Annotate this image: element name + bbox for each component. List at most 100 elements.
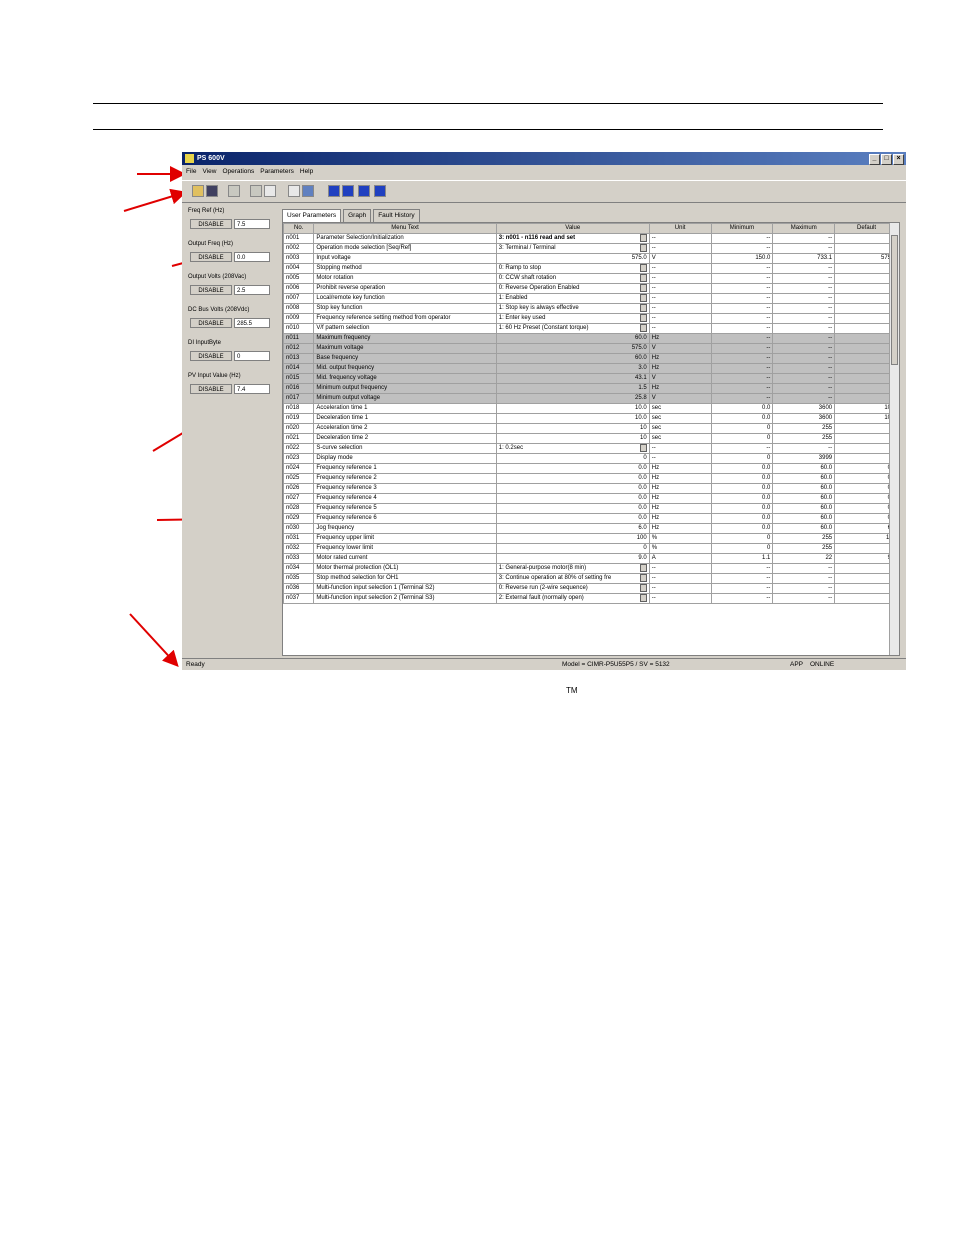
- col-header-minimum[interactable]: Minimum: [710, 223, 774, 234]
- maximize-button[interactable]: □: [881, 154, 892, 165]
- value-cell[interactable]: 3: n001 - n116 read and set: [495, 233, 650, 244]
- col-header-no[interactable]: No.: [283, 223, 315, 234]
- value-cell[interactable]: 0.0: [495, 503, 650, 514]
- menu-view[interactable]: View: [202, 166, 216, 178]
- print-icon[interactable]: [228, 185, 240, 197]
- table-row[interactable]: n004 Stopping method 0: Ramp to stop -- -- --…: [283, 263, 899, 274]
- col-header-menu-text[interactable]: Menu Text: [313, 223, 497, 234]
- value-cell[interactable]: 1: 0.2sec: [495, 443, 650, 454]
- dropdown-arrow-icon[interactable]: [639, 324, 647, 332]
- value-cell[interactable]: 0: Reverse Operation Enabled: [495, 283, 650, 294]
- value-cell[interactable]: 3: Terminal / Terminal: [495, 243, 650, 254]
- monitor-value-field[interactable]: 7.4: [234, 384, 270, 394]
- tab-fault-history[interactable]: Fault History: [373, 209, 420, 222]
- upload-icon[interactable]: [358, 185, 370, 197]
- value-cell[interactable]: 10: [495, 423, 650, 434]
- table-row[interactable]: n028Frequency reference 50.0Hz0.060.00.0: [283, 503, 899, 514]
- value-cell[interactable]: 10.0: [495, 413, 650, 424]
- table-row[interactable]: n014Mid. output frequency3.0Hz------: [283, 363, 899, 374]
- value-cell[interactable]: 575.0: [495, 253, 650, 264]
- table-row[interactable]: n012Maximum voltage575.0V------: [283, 343, 899, 354]
- dropdown-arrow-icon[interactable]: [639, 294, 647, 302]
- table-row[interactable]: n009 Frequency reference setting method f…: [283, 313, 899, 324]
- table-row[interactable]: n017Minimum output voltage25.8V------: [283, 393, 899, 404]
- value-cell[interactable]: 10: [495, 433, 650, 444]
- table-row[interactable]: n034 Motor thermal protection (OL1) 1: Gen…: [283, 563, 899, 574]
- dropdown-arrow-icon[interactable]: [639, 274, 647, 282]
- download-all-icon[interactable]: [342, 185, 354, 197]
- value-cell[interactable]: 3.0: [495, 363, 650, 374]
- table-row[interactable]: n006 Prohibit reverse operation 0: Reverse…: [283, 283, 899, 294]
- table-row[interactable]: n026Frequency reference 30.0Hz0.060.00.0: [283, 483, 899, 494]
- dropdown-arrow-icon[interactable]: [639, 444, 647, 452]
- monitor-mode-button[interactable]: DISABLE: [190, 351, 232, 361]
- table-row[interactable]: n002 Operation mode selection [Seq/Ref] 3:…: [283, 243, 899, 254]
- col-header-unit[interactable]: Unit: [648, 223, 712, 234]
- table-row[interactable]: n015Mid. frequency voltage43.1V------: [283, 373, 899, 384]
- value-cell[interactable]: 0: [495, 453, 650, 464]
- value-cell[interactable]: 0: Reverse run (2-wire sequence): [495, 583, 650, 594]
- menu-file[interactable]: File: [186, 166, 196, 178]
- table-row[interactable]: n025Frequency reference 20.0Hz0.060.00.0: [283, 473, 899, 484]
- menu-parameters[interactable]: Parameters: [260, 166, 294, 178]
- table-row[interactable]: n031Frequency upper limit100%0255100: [283, 533, 899, 544]
- table-row[interactable]: n013Base frequency60.0Hz------: [283, 353, 899, 364]
- grid-scrollbar[interactable]: [889, 223, 899, 655]
- write-icon[interactable]: [302, 185, 314, 197]
- value-cell[interactable]: 0.0: [495, 463, 650, 474]
- table-row[interactable]: n005 Motor rotation 0: CCW shaft rotation -…: [283, 273, 899, 284]
- table-row[interactable]: n036 Multi-function input selection 1 (Te…: [283, 583, 899, 594]
- dropdown-arrow-icon[interactable]: [639, 284, 647, 292]
- table-row[interactable]: n021Deceleration time 210sec025510: [283, 433, 899, 444]
- table-row[interactable]: n037 Multi-function input selection 2 (Te…: [283, 593, 899, 604]
- table-row[interactable]: n035 Stop method selection for OH1 3: Cont…: [283, 573, 899, 584]
- dropdown-arrow-icon[interactable]: [639, 314, 647, 322]
- paste-icon[interactable]: [264, 185, 276, 197]
- table-row[interactable]: n020Acceleration time 210sec025510: [283, 423, 899, 434]
- table-row[interactable]: n016Minimum output frequency1.5Hz------: [283, 383, 899, 394]
- dropdown-arrow-icon[interactable]: [639, 234, 647, 242]
- dropdown-arrow-icon[interactable]: [639, 264, 647, 272]
- table-row[interactable]: n027Frequency reference 40.0Hz0.060.00.0: [283, 493, 899, 504]
- monitor-value-field[interactable]: 285.5: [234, 318, 270, 328]
- table-row[interactable]: n011Maximum frequency60.0Hz------: [283, 333, 899, 344]
- value-cell[interactable]: 0.0: [495, 493, 650, 504]
- table-row[interactable]: n023Display mode0--039990: [283, 453, 899, 464]
- table-row[interactable]: n018Acceleration time 110.0sec0.0360010.…: [283, 403, 899, 414]
- value-cell[interactable]: 6.0: [495, 523, 650, 534]
- tab-graph[interactable]: Graph: [343, 209, 372, 222]
- table-row[interactable]: n003Input voltage575.0V150.0733.1575.0: [283, 253, 899, 264]
- monitor-mode-button[interactable]: DISABLE: [190, 318, 232, 328]
- value-cell[interactable]: 2: External fault (normally open): [495, 593, 650, 604]
- dropdown-arrow-icon[interactable]: [639, 564, 647, 572]
- menu-help[interactable]: Help: [300, 166, 313, 178]
- monitor-value-field[interactable]: 7.5: [234, 219, 270, 229]
- tab-user-parameters[interactable]: User Parameters: [282, 209, 342, 222]
- dropdown-arrow-icon[interactable]: [639, 244, 647, 252]
- monitor-mode-button[interactable]: DISABLE: [190, 219, 232, 229]
- table-row[interactable]: n030Jog frequency6.0Hz0.060.06.0: [283, 523, 899, 534]
- value-cell[interactable]: 3: Continue operation at 80% of setting …: [495, 573, 650, 584]
- table-row[interactable]: n008 Stop key function 1: Stop key is alwa…: [283, 303, 899, 314]
- col-header-maximum[interactable]: Maximum: [772, 223, 836, 234]
- value-cell[interactable]: 0.0: [495, 473, 650, 484]
- minimize-button[interactable]: _: [869, 154, 880, 165]
- monitor-mode-button[interactable]: DISABLE: [190, 285, 232, 295]
- value-cell[interactable]: 1: Enabled: [495, 293, 650, 304]
- dropdown-arrow-icon[interactable]: [639, 574, 647, 582]
- value-cell[interactable]: 0: Ramp to stop: [495, 263, 650, 274]
- value-cell[interactable]: 9.0: [495, 553, 650, 564]
- table-row[interactable]: n010 V/f pattern selection 1: 60 Hz Preset…: [283, 323, 899, 334]
- dropdown-arrow-icon[interactable]: [639, 584, 647, 592]
- monitor-value-field[interactable]: 0: [234, 351, 270, 361]
- monitor-mode-button[interactable]: DISABLE: [190, 384, 232, 394]
- table-row[interactable]: n032Frequency lower limit0%02550: [283, 543, 899, 554]
- value-cell[interactable]: 1.5: [495, 383, 650, 394]
- value-cell[interactable]: 60.0: [495, 353, 650, 364]
- copy-icon[interactable]: [250, 185, 262, 197]
- value-cell[interactable]: 100: [495, 533, 650, 544]
- value-cell[interactable]: 60.0: [495, 333, 650, 344]
- monitor-mode-button[interactable]: DISABLE: [190, 252, 232, 262]
- close-button[interactable]: ×: [893, 154, 904, 165]
- table-row[interactable]: n029Frequency reference 60.0Hz0.060.00.0: [283, 513, 899, 524]
